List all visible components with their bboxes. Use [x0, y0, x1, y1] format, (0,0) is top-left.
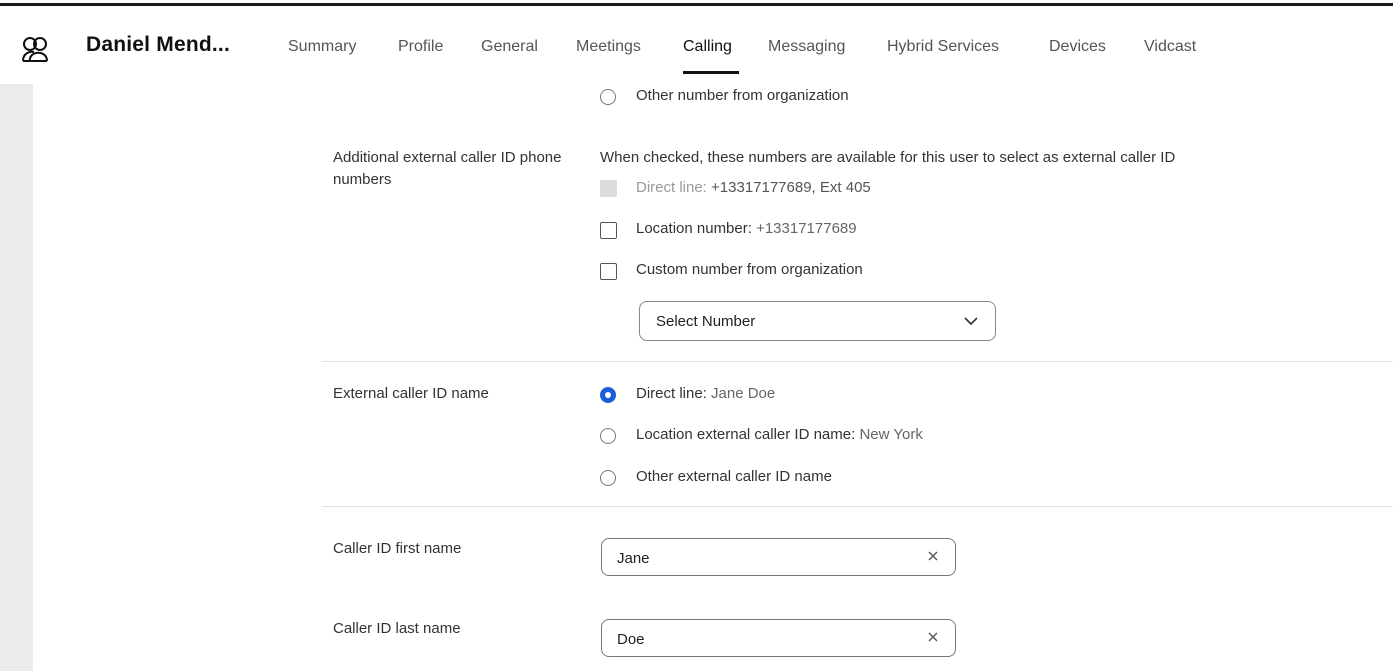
location-name-radio[interactable] [600, 428, 616, 444]
top-border [0, 0, 1393, 6]
select-number-dropdown[interactable]: Select Number [639, 301, 996, 341]
chevron-down-icon [964, 317, 978, 326]
location-name-value: New York [859, 426, 923, 443]
tab-profile[interactable]: Profile [398, 38, 443, 56]
other-number-label: Other number from organization [636, 87, 849, 104]
other-name-label: Other external caller ID name [636, 468, 832, 485]
section-divider [322, 361, 1393, 362]
tab-hybrid-services[interactable]: Hybrid Services [887, 38, 999, 56]
location-number-checkbox[interactable] [600, 222, 617, 239]
direct-line-checkbox [600, 180, 617, 197]
direct-line-label: Direct line: [636, 179, 707, 196]
location-name-option: Location external caller ID name: New Yo… [636, 426, 923, 443]
last-name-label: Caller ID last name [333, 620, 461, 637]
direct-line-name-value: Jane Doe [711, 385, 776, 402]
calling-settings-panel: Other number from organization Additiona… [33, 84, 1393, 671]
other-number-radio[interactable] [600, 89, 616, 105]
user-name: Daniel Mend... [86, 33, 230, 56]
direct-line-value: +13317177689, Ext 405 [711, 179, 871, 196]
section-divider [322, 506, 1393, 507]
custom-number-label: Custom number from organization [636, 261, 863, 278]
tab-general[interactable]: General [481, 38, 538, 56]
first-name-field[interactable]: Jane [601, 538, 956, 576]
additional-caller-id-description: When checked, these numbers are availabl… [600, 149, 1176, 166]
first-name-value: Jane [617, 550, 650, 567]
tab-calling[interactable]: Calling [683, 38, 732, 56]
first-name-label: Caller ID first name [333, 540, 462, 557]
additional-caller-id-label: Additional external caller ID phone numb… [333, 149, 562, 188]
direct-line-name-label: Direct line: [636, 385, 707, 402]
location-number-value: +13317177689 [756, 220, 857, 237]
location-name-label: Location external caller ID name: [636, 426, 856, 443]
active-tab-indicator [683, 71, 739, 74]
location-number-option: Location number: +13317177689 [636, 220, 857, 237]
external-caller-id-name-label: External caller ID name [333, 385, 489, 402]
direct-line-name-option: Direct line: Jane Doe [636, 385, 775, 402]
users-icon [22, 37, 48, 62]
location-number-label: Location number: [636, 220, 752, 237]
tab-devices[interactable]: Devices [1049, 38, 1106, 56]
tab-meetings[interactable]: Meetings [576, 38, 641, 56]
other-name-radio[interactable] [600, 470, 616, 486]
direct-line-name-radio[interactable] [600, 387, 616, 403]
direct-line-number-option: Direct line: +13317177689, Ext 405 [636, 179, 871, 196]
last-name-value: Doe [617, 631, 645, 648]
clear-icon[interactable] [926, 630, 940, 644]
custom-number-checkbox[interactable] [600, 263, 617, 280]
page-header: Daniel Mend... Summary Profile General M… [0, 9, 1393, 84]
tab-messaging[interactable]: Messaging [768, 38, 845, 56]
last-name-field[interactable]: Doe [601, 619, 956, 657]
select-number-placeholder: Select Number [656, 313, 756, 330]
tab-summary[interactable]: Summary [288, 38, 356, 56]
clear-icon[interactable] [926, 549, 940, 563]
tab-vidcast[interactable]: Vidcast [1144, 38, 1196, 56]
left-sidebar [0, 84, 33, 671]
